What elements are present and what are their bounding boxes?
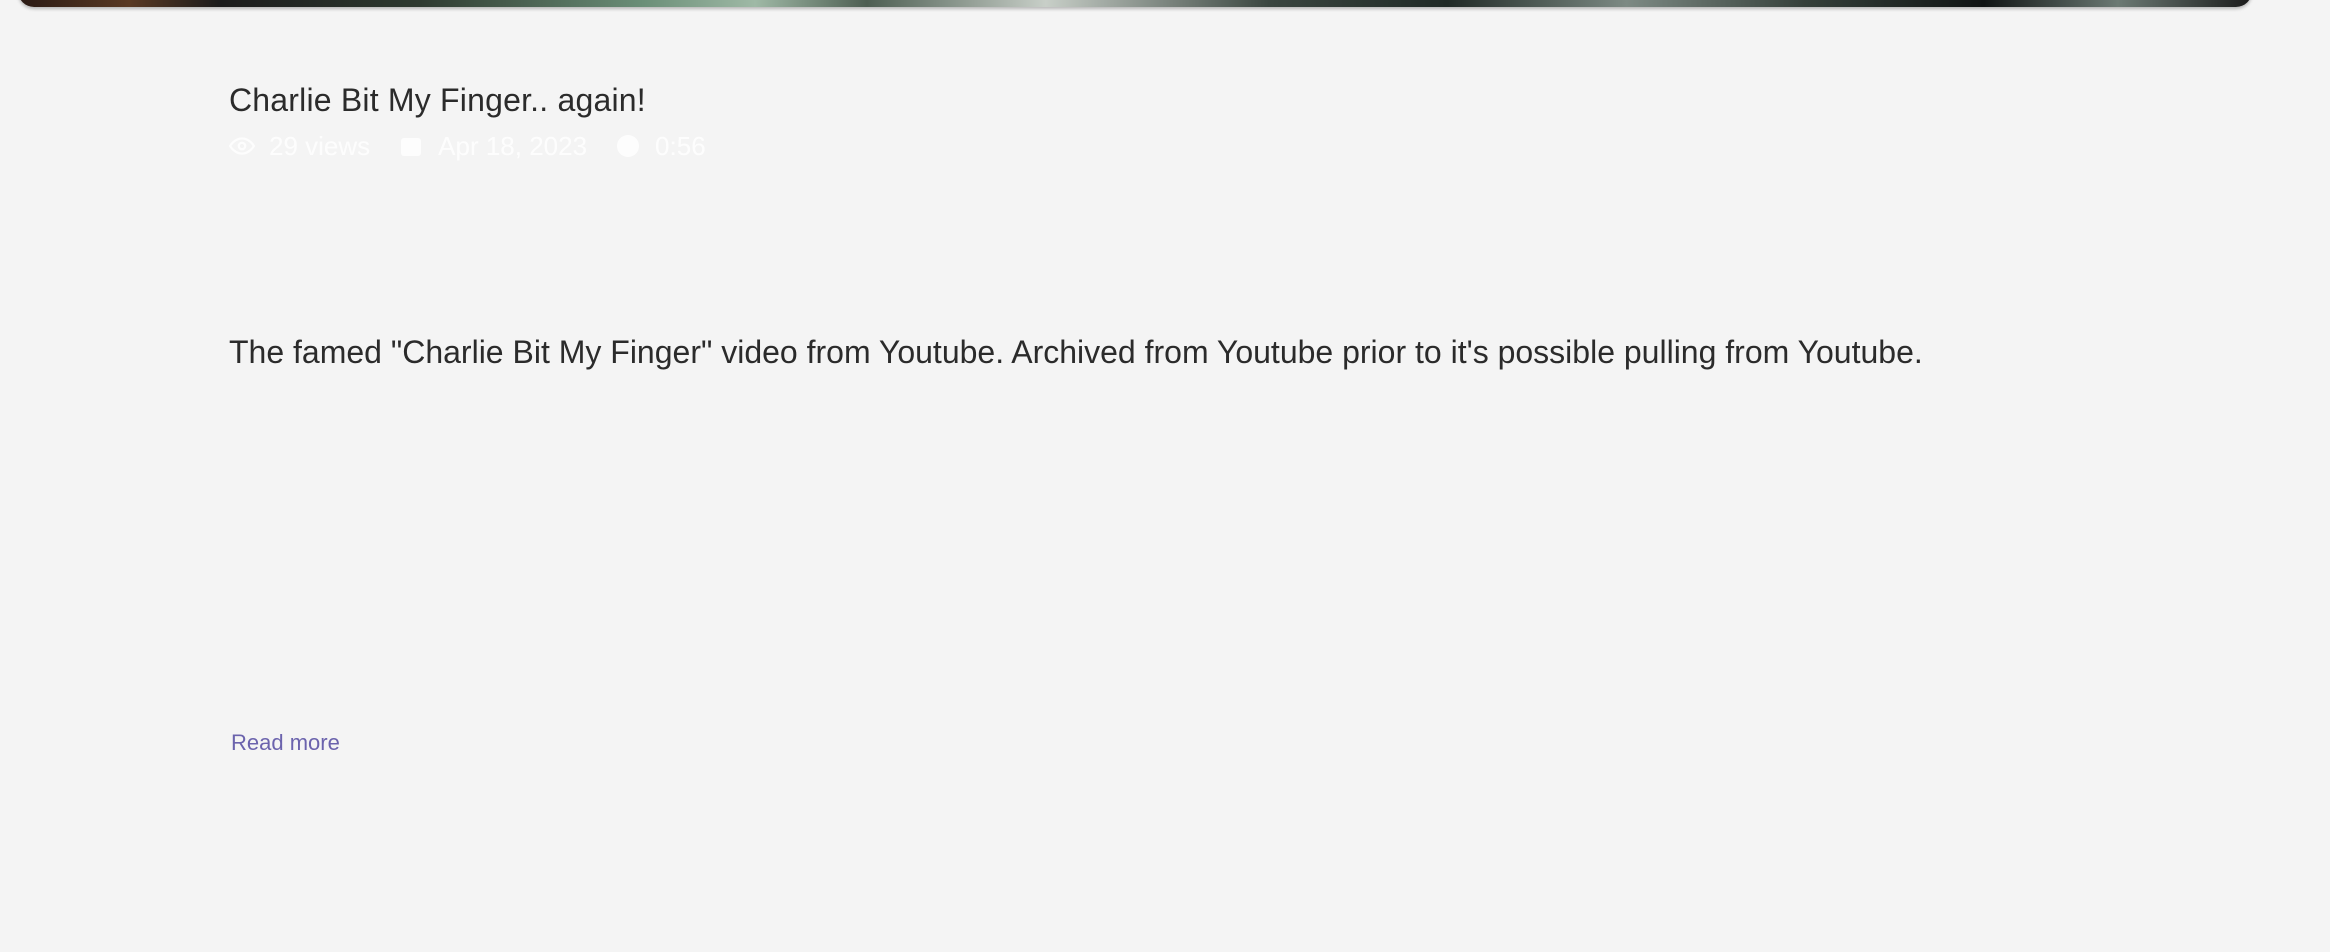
video-description: The famed "Charlie Bit My Finger" video … bbox=[229, 334, 1923, 370]
video-player-bottom-edge[interactable] bbox=[18, 0, 2252, 7]
eye-icon bbox=[229, 133, 255, 159]
date-meta: Apr 18, 2023 bbox=[398, 131, 587, 162]
calendar-icon bbox=[398, 133, 424, 159]
duration-meta: 0:56 bbox=[615, 131, 706, 162]
video-meta: 29 views Apr 18, 2023 0:56 bbox=[229, 126, 2129, 166]
views-meta: 29 views bbox=[229, 131, 370, 162]
video-title: Charlie Bit My Finger.. again! bbox=[229, 82, 646, 118]
read-more-link[interactable]: Read more bbox=[231, 730, 340, 756]
upload-date: Apr 18, 2023 bbox=[438, 130, 588, 161]
video-duration: 0:56 bbox=[655, 130, 706, 161]
views-count: 29 views bbox=[269, 130, 371, 161]
clock-icon bbox=[615, 133, 641, 159]
video-details: Charlie Bit My Finger.. again! 29 views … bbox=[229, 76, 2129, 755]
